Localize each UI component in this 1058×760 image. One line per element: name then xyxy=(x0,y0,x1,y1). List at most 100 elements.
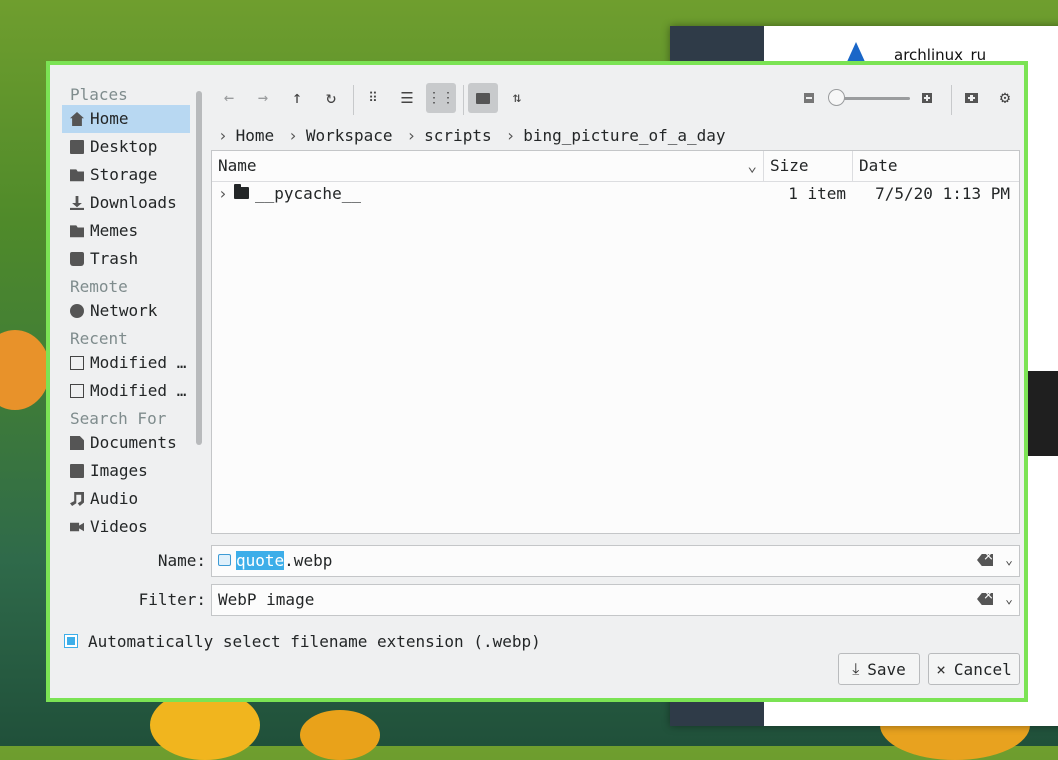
download-icon xyxy=(70,196,84,210)
chevron-right-icon: › xyxy=(288,125,298,145)
zoom-in-button[interactable] xyxy=(912,83,942,113)
breadcrumb-item[interactable]: Workspace xyxy=(306,126,393,145)
sidebar-item[interactable]: Modified … xyxy=(62,377,190,405)
chevron-right-icon[interactable]: › xyxy=(218,181,228,207)
toolbar-divider xyxy=(463,85,464,115)
column-header-size[interactable]: Size xyxy=(764,151,853,181)
breadcrumb: › Home › Workspace › scripts › bing_picture_of_… xyxy=(214,121,736,149)
auto-extension-checkbox[interactable] xyxy=(64,634,78,648)
sidebar-section-header: Remote xyxy=(70,277,128,296)
forward-button[interactable]: → xyxy=(248,83,278,113)
sidebar-scrollbar[interactable] xyxy=(196,91,202,445)
reload-button[interactable]: ↻ xyxy=(316,83,346,113)
cancel-button[interactable]: × Cancel xyxy=(928,653,1020,685)
sidebar-item[interactable]: Desktop xyxy=(62,133,190,161)
chevron-down-icon: ⌄ xyxy=(747,156,757,175)
flower-decoration xyxy=(300,710,380,760)
chevron-down-icon[interactable]: ⌄ xyxy=(1005,585,1013,615)
audio-icon xyxy=(70,492,84,506)
save-button[interactable]: ⤓ Save xyxy=(838,653,920,685)
sidebar-item-label: Storage xyxy=(90,165,158,184)
image-icon xyxy=(70,464,84,478)
file-list: Name ⌄ Size Date › __pycache__ 1 item 7/… xyxy=(211,150,1020,534)
sidebar-section-header: Recent xyxy=(70,329,128,348)
icon-view-button[interactable]: ⠿ xyxy=(358,83,388,113)
sidebar-item-label: Images xyxy=(90,461,148,480)
save-button-label: Save xyxy=(867,659,906,679)
zoom-out-button[interactable] xyxy=(794,83,824,113)
clear-text-icon[interactable] xyxy=(977,593,993,605)
parent-folder-button[interactable]: ↑ xyxy=(282,83,312,113)
sidebar-item[interactable]: Modified … xyxy=(62,349,190,377)
minus-icon xyxy=(804,93,814,103)
sidebar-item-label: Videos xyxy=(90,517,148,536)
video-icon xyxy=(70,522,84,532)
filename-text[interactable]: quote.webp xyxy=(236,546,332,576)
zoom-slider[interactable] xyxy=(828,89,910,106)
chevron-right-icon: › xyxy=(406,125,417,145)
options-button[interactable]: ⚙ xyxy=(990,83,1020,113)
clear-text-icon[interactable] xyxy=(977,554,993,566)
sidebar-item[interactable]: Downloads xyxy=(62,189,190,217)
download-icon: ⤓ xyxy=(852,659,860,678)
dialog-toolbar: ← → ↑ ↻ ⠿ ☰ ⋮⋮ ⇅ ⚙ xyxy=(214,83,1022,115)
sidebar-item[interactable]: Documents xyxy=(62,429,190,457)
detail-tree-view-button[interactable]: ⋮⋮ xyxy=(426,83,456,113)
image-preview-icon xyxy=(476,92,490,104)
filename-selection: quote xyxy=(236,551,285,570)
file-size: 1 item xyxy=(788,184,846,203)
table-row[interactable]: › __pycache__ 1 item 7/5/20 1:13 PM xyxy=(212,181,1019,207)
filename-input[interactable]: quote.webp ⌄ xyxy=(211,545,1020,577)
sidebar-item[interactable]: Memes xyxy=(62,217,190,245)
back-button[interactable]: ← xyxy=(214,83,244,113)
sidebar-section-header: Places xyxy=(70,85,128,104)
image-file-icon xyxy=(218,554,231,566)
sidebar-item[interactable]: Images xyxy=(62,457,190,485)
breadcrumb-item[interactable]: bing_picture_of_a_day xyxy=(523,126,725,145)
sidebar-item-label: Home xyxy=(90,109,129,128)
home-icon xyxy=(70,112,84,126)
sidebar-item-label: Audio xyxy=(90,489,139,508)
network-icon xyxy=(70,304,84,318)
file-date: 7/5/20 1:13 PM xyxy=(875,184,1010,203)
sidebar-item-label: Memes xyxy=(90,221,139,240)
sidebar-item[interactable]: Storage xyxy=(62,161,190,189)
new-folder-icon xyxy=(964,93,978,103)
save-file-dialog: Places Home Desktop Storage Downloads Memes Tr… xyxy=(46,61,1028,702)
new-folder-button[interactable] xyxy=(956,83,986,113)
sort-button[interactable]: ⇅ xyxy=(502,83,532,113)
column-header-name[interactable]: Name ⌄ xyxy=(212,151,764,181)
zoom-slider-handle[interactable] xyxy=(828,89,845,106)
chevron-down-icon[interactable]: ⌄ xyxy=(1005,546,1013,576)
auto-extension-option[interactable]: Automatically select filename extension … xyxy=(64,629,541,653)
recent-files-icon xyxy=(70,356,84,370)
filename-extension: .webp xyxy=(284,551,333,570)
filter-combobox[interactable]: WebP image ⌄ xyxy=(211,584,1020,616)
plus-icon xyxy=(922,93,932,103)
toolbar-divider xyxy=(353,85,354,115)
document-icon xyxy=(70,436,84,450)
breadcrumb-item[interactable]: scripts xyxy=(424,126,491,145)
sidebar-item-label: Desktop xyxy=(90,137,158,156)
auto-extension-label: Automatically select filename extension … xyxy=(88,631,541,651)
sidebar-item[interactable]: Trash xyxy=(62,245,190,273)
chevron-right-icon[interactable]: › xyxy=(218,126,228,145)
column-header-date[interactable]: Date xyxy=(853,151,1019,181)
trash-icon xyxy=(70,252,84,266)
sidebar-item[interactable]: Home xyxy=(62,105,190,133)
filter-label: Filter: xyxy=(138,590,206,609)
sidebar-item-label: Downloads xyxy=(90,193,177,212)
sidebar-item[interactable]: Videos xyxy=(62,513,190,541)
folder-icon xyxy=(70,225,84,238)
background-dark-panel xyxy=(1028,371,1058,456)
sidebar-item-label: Modified … xyxy=(90,381,187,400)
list-view-button[interactable]: ☰ xyxy=(392,83,422,113)
file-name: __pycache__ xyxy=(255,184,361,203)
preview-toggle-button[interactable] xyxy=(468,83,498,113)
sidebar-item[interactable]: Network xyxy=(62,297,190,325)
breadcrumb-item[interactable]: Home xyxy=(236,126,275,145)
sidebar-item[interactable]: Audio xyxy=(62,485,190,513)
file-list-header: Name ⌄ Size Date xyxy=(212,151,1019,182)
recent-folders-icon xyxy=(70,384,84,398)
sidebar-section-header: Search For xyxy=(70,409,167,428)
